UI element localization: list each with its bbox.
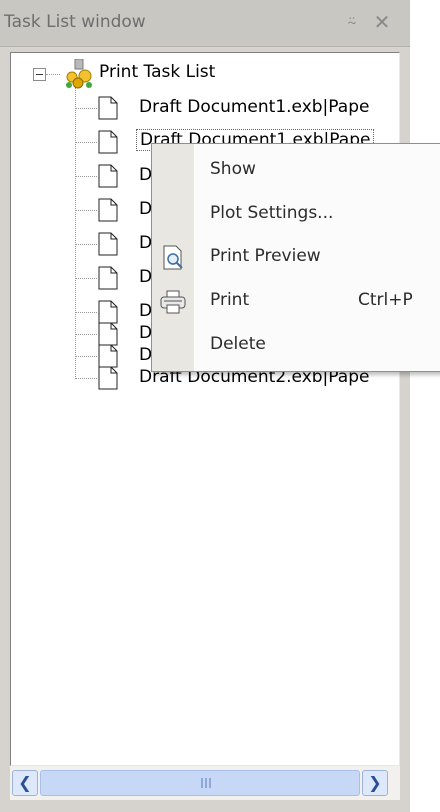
print-task-list-icon bbox=[66, 59, 92, 89]
menu-item-print-preview[interactable]: Print Preview bbox=[152, 237, 440, 279]
tree-connector bbox=[75, 378, 97, 379]
scrollbar-thumb[interactable] bbox=[40, 770, 360, 796]
document-icon bbox=[98, 164, 118, 188]
tree-connector bbox=[75, 278, 97, 279]
document-icon bbox=[98, 96, 118, 120]
document-icon bbox=[98, 366, 118, 390]
tree-connector bbox=[75, 210, 97, 211]
menu-item-label: Show bbox=[210, 159, 256, 179]
menu-item-plot-settings[interactable]: Plot Settings... bbox=[152, 194, 440, 236]
horizontal-scrollbar[interactable]: ❮ ❯ bbox=[10, 766, 400, 800]
tree-connector bbox=[75, 142, 97, 143]
menu-item-print[interactable]: Print Ctrl+P bbox=[152, 281, 440, 323]
grip-icon bbox=[201, 778, 213, 788]
menu-item-delete[interactable]: Delete bbox=[152, 325, 440, 367]
panel-title: Task List window bbox=[4, 12, 146, 32]
document-icon bbox=[98, 198, 118, 222]
tree-connector bbox=[75, 108, 97, 109]
scroll-right-icon[interactable]: ❯ bbox=[362, 770, 388, 796]
tree-item-label[interactable]: Draft Document1.exb|Pape bbox=[139, 97, 369, 117]
menu-item-show[interactable]: Show bbox=[152, 150, 440, 192]
task-list-panel: Task List window ⍨ ✕ Print Task List Dra… bbox=[0, 0, 410, 812]
tree-connector bbox=[75, 244, 97, 245]
menu-item-label: Delete bbox=[210, 334, 266, 354]
collapse-toggle[interactable] bbox=[33, 68, 46, 81]
close-icon[interactable]: ✕ bbox=[370, 8, 394, 36]
document-icon bbox=[98, 232, 118, 256]
tree-item[interactable]: Draft Document1.exb|Pape bbox=[75, 91, 399, 125]
panel-titlebar: Task List window ⍨ ✕ bbox=[0, 0, 410, 47]
tree-connector bbox=[75, 334, 97, 335]
context-menu: Show Plot Settings... Print Preview Prin… bbox=[151, 143, 440, 372]
pin-icon[interactable]: ⍨ bbox=[340, 8, 364, 36]
scroll-left-icon[interactable]: ❮ bbox=[12, 770, 38, 796]
print-preview-icon bbox=[163, 245, 183, 270]
printer-icon bbox=[160, 290, 186, 314]
tree-connector bbox=[75, 176, 97, 177]
menu-item-label: Print bbox=[210, 290, 250, 310]
document-icon bbox=[98, 266, 118, 290]
menu-item-label: Print Preview bbox=[210, 246, 321, 266]
tree-connector bbox=[46, 74, 60, 75]
tree-connector bbox=[75, 356, 97, 357]
document-icon bbox=[98, 130, 118, 154]
tree-connector bbox=[75, 312, 97, 313]
menu-item-label: Plot Settings... bbox=[210, 203, 334, 223]
menu-item-shortcut: Ctrl+P bbox=[358, 290, 413, 310]
root-node-label[interactable]: Print Task List bbox=[99, 62, 215, 82]
